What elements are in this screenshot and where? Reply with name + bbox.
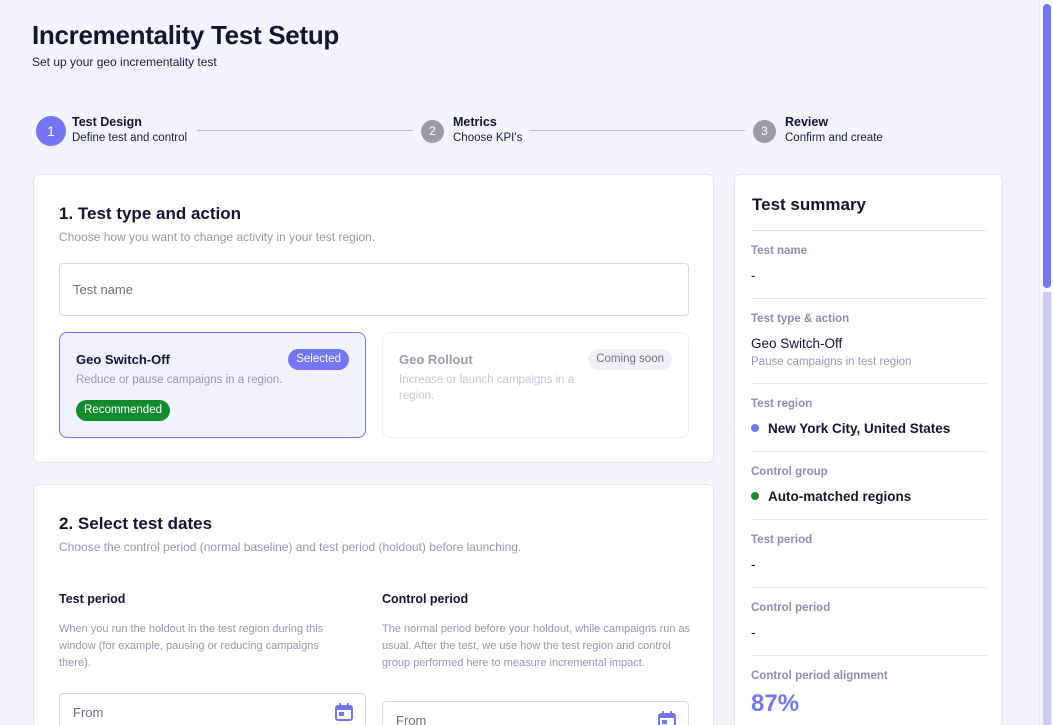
from-placeholder: From: [396, 713, 427, 725]
control-value: Auto-matched regions: [768, 489, 912, 504]
test-summary-card: Test summary Test name - Test type & act…: [734, 174, 1003, 725]
step-desc: Confirm and create: [785, 132, 883, 144]
test-period-desc: When you run the holdout in the test reg…: [59, 623, 324, 669]
option-title: Geo Switch-Off: [76, 352, 170, 367]
summary-label: Control period alignment: [751, 670, 888, 682]
step-desc: Choose KPI's: [453, 132, 523, 144]
step-test-design[interactable]: 1 Test Design Define test and control: [36, 115, 187, 147]
alignment-percent: 87%: [751, 690, 800, 717]
summary-label: Control period: [751, 602, 831, 614]
summary-label: Test period: [751, 534, 813, 546]
summary-value-control: Auto-matched regions: [751, 489, 911, 504]
option-geo-switch-off[interactable]: Geo Switch-Off Selected Reduce or pause …: [59, 332, 366, 438]
step-title: Test Design: [72, 115, 142, 129]
summary-control-period: Control period -: [751, 587, 987, 655]
test-type-card: 1. Test type and action Choose how you w…: [33, 174, 714, 463]
step-number: 1: [36, 116, 66, 146]
summary-test-type: Test type & action Geo Switch-Off Pause …: [751, 298, 987, 383]
step-title: Metrics: [453, 115, 497, 129]
section-title: 1. Test type and action: [59, 204, 242, 223]
summary-alignment: Control period alignment 87%: [751, 655, 987, 725]
test-period-from-input[interactable]: From: [59, 693, 366, 725]
page-scrollbar[interactable]: [1039, 0, 1053, 725]
step-number: 2: [421, 119, 444, 143]
summary-test-region: Test region New York City, United States: [751, 383, 987, 451]
selected-badge: Selected: [288, 349, 349, 370]
option-geo-rollout: Geo Rollout Coming soon Increase or laun…: [382, 332, 689, 438]
region-value: New York City, United States: [768, 421, 951, 436]
from-placeholder: From: [73, 705, 104, 720]
step-review[interactable]: 3 Review Confirm and create: [753, 115, 883, 147]
summary-control-group: Control group Auto-matched regions: [751, 451, 987, 519]
recommended-badge: Recommended: [76, 400, 170, 421]
summary-label: Test name: [751, 245, 808, 257]
step-number: 3: [753, 119, 776, 143]
step-title: Review: [785, 115, 829, 129]
stepper: 1 Test Design Define test and control 2 …: [36, 115, 896, 151]
calendar-icon[interactable]: [334, 702, 354, 722]
summary-label: Control group: [751, 466, 828, 478]
summary-value-region: New York City, United States: [751, 421, 950, 436]
summary-value: Geo Switch-Off: [751, 336, 843, 351]
section-title: 2. Select test dates: [59, 514, 213, 533]
test-dates-card: 2. Select test dates Choose the control …: [33, 484, 714, 725]
summary-label: Test type & action: [751, 313, 850, 325]
summary-test-name: Test name -: [751, 230, 987, 298]
option-desc: Increase or launch campaigns in a region…: [399, 374, 575, 402]
control-period-from-input[interactable]: From: [382, 701, 689, 725]
option-desc: Reduce or pause campaigns in a region.: [76, 374, 283, 386]
step-connector: [197, 130, 413, 131]
step-desc: Define test and control: [72, 132, 188, 144]
summary-value: -: [751, 557, 756, 572]
summary-title: Test summary: [752, 195, 867, 214]
test-name-input[interactable]: Test name: [59, 263, 689, 316]
scrollbar-thumb[interactable]: [1043, 4, 1051, 288]
coming-soon-badge: Coming soon: [588, 349, 672, 370]
scrollbar-track-fill: [1043, 292, 1051, 725]
page-subtitle: Set up your geo incrementality test: [32, 55, 217, 69]
summary-value: -: [751, 268, 756, 283]
section-subtitle: Choose how you want to change activity i…: [59, 230, 376, 244]
test-period-label: Test period: [59, 592, 126, 606]
summary-label: Test region: [751, 398, 813, 410]
calendar-icon[interactable]: [657, 710, 677, 725]
section-subtitle: Choose the control period (normal baseli…: [59, 540, 522, 554]
summary-value: -: [751, 625, 756, 640]
option-title: Geo Rollout: [399, 352, 473, 367]
control-period-label: Control period: [382, 592, 469, 606]
region-dot: [751, 424, 759, 432]
summary-test-period: Test period -: [751, 519, 987, 587]
page-title: Incrementality Test Setup: [32, 20, 339, 50]
summary-sub: Pause campaigns in test region: [751, 356, 912, 368]
control-period-desc: The normal period before your holdout, w…: [382, 623, 691, 669]
step-metrics[interactable]: 2 Metrics Choose KPI's: [421, 115, 522, 147]
step-connector: [529, 130, 745, 131]
control-dot: [751, 492, 759, 500]
